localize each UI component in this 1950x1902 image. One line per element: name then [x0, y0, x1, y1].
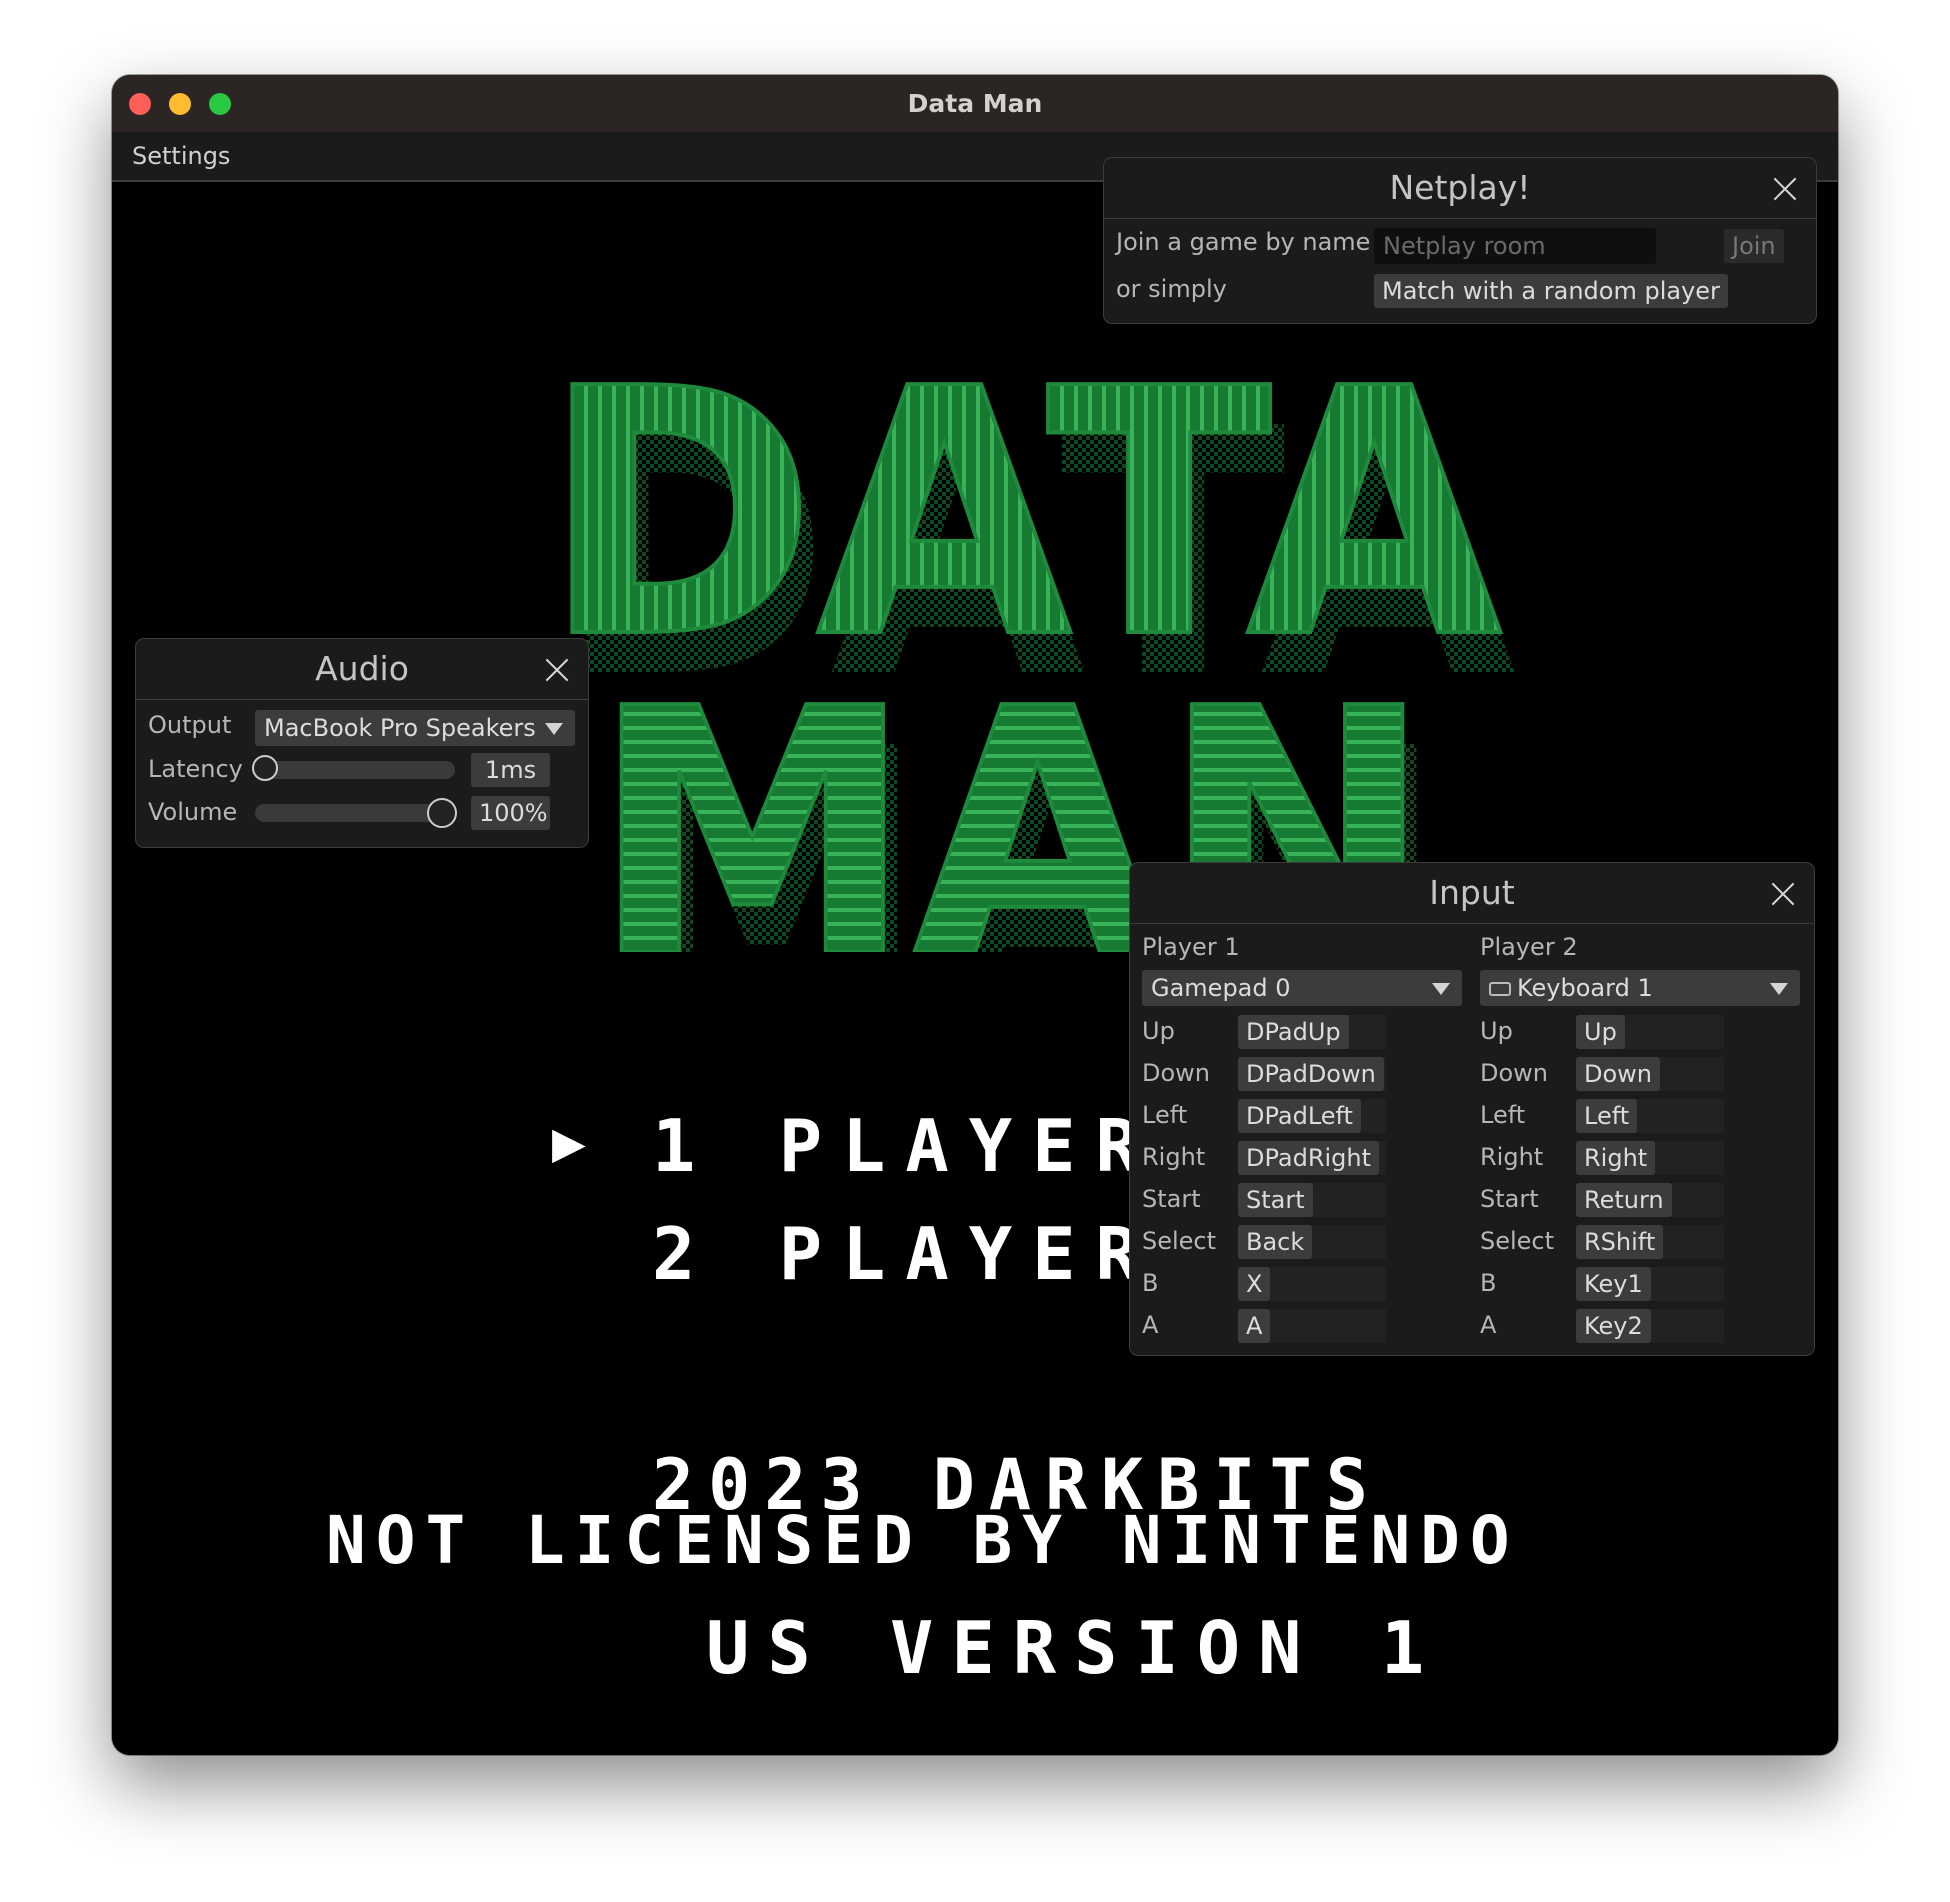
binding-key-button[interactable]: DPadLeft	[1238, 1099, 1361, 1133]
binding-action-label: A	[1142, 1311, 1159, 1339]
binding-action-label: Left	[1480, 1101, 1526, 1129]
output-label: Output	[148, 711, 232, 739]
binding-key-button[interactable]: Left	[1576, 1099, 1638, 1133]
audio-title: Audio	[315, 649, 409, 688]
binding-key-button[interactable]: RShift	[1576, 1225, 1664, 1259]
audio-panel: Audio Output MacBook Pro Speakers Latenc…	[135, 638, 589, 848]
input-panel: Input Player 1 Gamepad 0 Up DPadUp Down DPa…	[1129, 862, 1815, 1356]
binding-key-button[interactable]: DPadDown	[1238, 1057, 1384, 1091]
binding-key-button[interactable]: Return	[1576, 1183, 1672, 1217]
chevron-down-icon	[1770, 983, 1788, 995]
netplay-panel: Netplay! Join a game by name Netplay roo…	[1103, 157, 1817, 324]
binding-key-button[interactable]: DPadUp	[1238, 1015, 1349, 1049]
binding-action-label: Left	[1142, 1101, 1188, 1129]
binding-action-label: Down	[1142, 1059, 1211, 1087]
volume-label: Volume	[148, 798, 238, 826]
menu-option-1-player[interactable]: 1 PLAYER	[652, 1104, 1159, 1188]
binding-key-button[interactable]: A	[1238, 1309, 1271, 1343]
volume-slider-handle[interactable]	[427, 798, 457, 828]
player2-label: Player 2	[1480, 933, 1578, 961]
binding-action-label: Start	[1142, 1185, 1201, 1213]
volume-slider[interactable]	[255, 798, 457, 828]
binding-action-label: Right	[1480, 1143, 1544, 1171]
binding-action-label: Select	[1480, 1227, 1555, 1255]
latency-value[interactable]: 1ms	[471, 753, 550, 787]
binding-key-button[interactable]: Up	[1576, 1015, 1625, 1049]
latency-slider[interactable]	[252, 755, 455, 781]
binding-action-label: B	[1480, 1269, 1497, 1297]
binding-action-label: Up	[1480, 1017, 1513, 1045]
binding-action-label: Start	[1480, 1185, 1539, 1213]
title-bar[interactable]: Data Man	[112, 75, 1838, 133]
window-title: Data Man	[907, 89, 1043, 118]
latency-slider-handle[interactable]	[252, 755, 278, 781]
join-button[interactable]: Join	[1724, 229, 1784, 263]
settings-menu[interactable]: Settings	[132, 132, 230, 180]
game-logo: DATA MAN DATA MAN	[542, 315, 1518, 952]
binding-action-label: Up	[1142, 1017, 1175, 1045]
keyboard-icon	[1489, 982, 1511, 996]
version-text: US VERSION 1	[706, 1606, 1443, 1690]
close-icon[interactable]	[1772, 176, 1798, 202]
binding-action-label: Right	[1142, 1143, 1206, 1171]
binding-key-button[interactable]: X	[1238, 1267, 1271, 1301]
or-simply-label: or simply	[1116, 275, 1227, 303]
latency-label: Latency	[148, 755, 243, 783]
close-icon[interactable]	[1770, 881, 1796, 907]
binding-key-button[interactable]: Key2	[1576, 1309, 1651, 1343]
volume-value[interactable]: 100%	[471, 796, 550, 830]
binding-action-label: Down	[1480, 1059, 1549, 1087]
license-text: NOT LICENSED BY NINTENDO	[326, 1502, 1520, 1579]
binding-action-label: Select	[1142, 1227, 1217, 1255]
player1-label: Player 1	[1142, 933, 1240, 961]
join-label: Join a game by name	[1116, 228, 1371, 256]
menu-option-2-player[interactable]: 2 PLAYER	[652, 1212, 1159, 1296]
binding-action-label: B	[1142, 1269, 1159, 1297]
match-random-button[interactable]: Match with a random player	[1374, 274, 1728, 308]
binding-key-button[interactable]: Right	[1576, 1141, 1656, 1175]
input-title: Input	[1429, 873, 1515, 912]
binding-key-button[interactable]: Start	[1238, 1183, 1313, 1217]
binding-key-button[interactable]: Key1	[1576, 1267, 1651, 1301]
player1-device-select[interactable]: Gamepad 0	[1142, 970, 1462, 1006]
netplay-title: Netplay!	[1389, 168, 1531, 207]
binding-action-label: A	[1480, 1311, 1497, 1339]
binding-key-button[interactable]: DPadRight	[1238, 1141, 1380, 1175]
close-icon[interactable]	[544, 657, 570, 683]
chevron-down-icon	[545, 723, 563, 735]
output-select[interactable]: MacBook Pro Speakers	[255, 710, 575, 746]
binding-key-button[interactable]: Down	[1576, 1057, 1661, 1091]
player2-device-select[interactable]: Keyboard 1	[1480, 970, 1800, 1006]
binding-key-button[interactable]: Back	[1238, 1225, 1313, 1259]
netplay-room-input[interactable]: Netplay room	[1374, 228, 1656, 264]
menu-cursor: ▶	[552, 1110, 586, 1175]
chevron-down-icon	[1432, 983, 1450, 995]
